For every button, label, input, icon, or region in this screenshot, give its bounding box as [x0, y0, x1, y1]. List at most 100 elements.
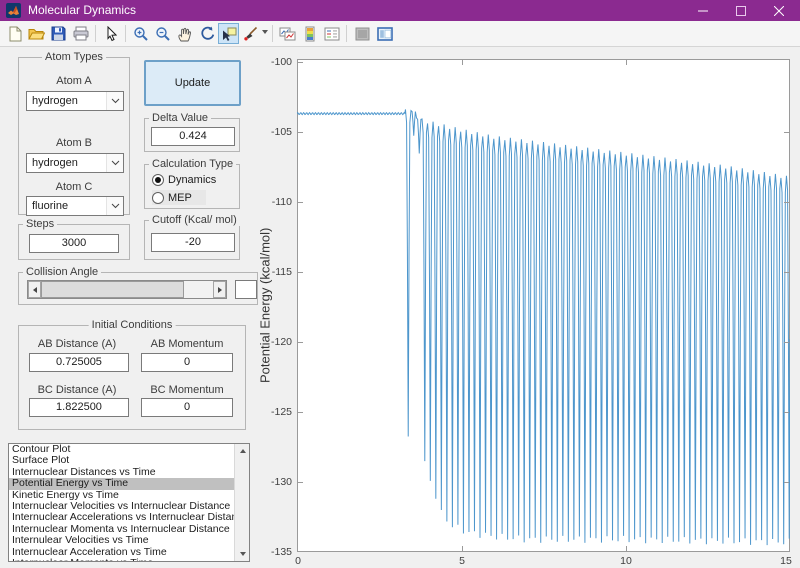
delta-value-title: Delta Value — [149, 112, 212, 124]
list-item[interactable]: Contour Plot — [9, 444, 234, 455]
list-item[interactable]: Internuclear Acceleration vs Time — [9, 547, 234, 558]
brush-menu-arrow-icon[interactable] — [262, 30, 268, 34]
minimize-button[interactable] — [684, 0, 722, 21]
data-cursor-icon — [222, 27, 236, 41]
bc-distance-field[interactable]: 1.822500 — [29, 398, 129, 417]
y-tick-label: -130 — [270, 476, 292, 488]
print-button[interactable] — [70, 23, 91, 44]
open-button[interactable] — [26, 23, 47, 44]
title-bar: Molecular Dynamics — [0, 0, 800, 21]
save-icon — [51, 26, 66, 41]
tick-mark — [298, 62, 303, 63]
delta-value-group: Delta Value 0.424 — [144, 112, 240, 152]
list-item[interactable]: Surface Plot — [9, 455, 234, 466]
ab-momentum-field[interactable]: 0 — [141, 353, 233, 372]
scroll-up-button[interactable] — [235, 444, 249, 458]
delta-value-field[interactable]: 0.424 — [151, 127, 235, 146]
arrow-up-icon — [239, 449, 246, 453]
zoom-in-button[interactable] — [130, 23, 151, 44]
arrow-left-icon — [32, 286, 37, 293]
tick-mark — [784, 482, 789, 483]
list-item-selected[interactable]: Potential Energy vs Time — [9, 478, 234, 490]
atom-b-label: Atom B — [55, 137, 93, 149]
zoom-in-icon — [133, 26, 148, 41]
radio-unselected-icon — [152, 191, 164, 204]
figure-toolbar — [0, 21, 800, 47]
tick-mark — [784, 342, 789, 343]
ab-distance-field[interactable]: 0.725005 — [29, 353, 129, 372]
collision-angle-field[interactable] — [235, 280, 257, 299]
show-plot-tools-icon — [376, 26, 393, 41]
zoom-out-button[interactable] — [152, 23, 173, 44]
link-plot-button[interactable] — [277, 23, 298, 44]
steps-field[interactable]: 3000 — [29, 234, 119, 253]
atom-a-value: hydrogen — [32, 95, 78, 107]
listbox-scrollbar[interactable] — [234, 444, 249, 561]
tick-mark — [784, 202, 789, 203]
rotate-3d-button[interactable] — [196, 23, 217, 44]
colorbar-icon — [305, 26, 314, 41]
slider-left-arrow-button[interactable] — [28, 281, 41, 298]
pan-icon — [178, 27, 191, 41]
chevron-down-icon — [106, 154, 123, 172]
list-item[interactable]: Internuclear Momenta vs Internuclear Dis… — [9, 524, 234, 535]
save-button[interactable] — [48, 23, 69, 44]
legend-icon — [324, 27, 339, 40]
hide-plot-tools-button[interactable] — [352, 23, 373, 44]
tick-mark — [462, 546, 463, 551]
toolbar-separator — [95, 25, 96, 42]
y-tick-label: -120 — [270, 336, 292, 348]
mep-radio[interactable]: MEP — [152, 190, 206, 205]
close-button[interactable] — [760, 0, 798, 21]
data-cursor-button[interactable] — [218, 23, 239, 44]
list-item[interactable]: Internuclear Velocities vs Internuclear … — [9, 501, 234, 512]
matlab-logo-icon — [6, 3, 21, 18]
list-item[interactable]: Internuclear Distances vs Time — [9, 467, 234, 478]
pointer-tool-button[interactable] — [100, 23, 121, 44]
brush-button[interactable] — [240, 23, 261, 44]
x-tick-label: 0 — [295, 555, 301, 567]
atom-a-select[interactable]: hydrogen — [26, 91, 124, 111]
toolbar-separator — [272, 25, 273, 42]
pan-button[interactable] — [174, 23, 195, 44]
tick-mark — [298, 482, 303, 483]
toolbar-separator — [125, 25, 126, 42]
new-file-icon — [9, 26, 21, 41]
radio-selected-icon — [152, 173, 164, 186]
tick-mark — [462, 60, 463, 65]
potential-energy-curve[interactable] — [297, 59, 790, 552]
show-plot-tools-button[interactable] — [374, 23, 395, 44]
x-tick-label: 10 — [620, 555, 632, 567]
maximize-button[interactable] — [722, 0, 760, 21]
plot-type-listbox[interactable]: Contour Plot Surface Plot Internuclear D… — [8, 443, 250, 562]
tick-mark — [298, 132, 303, 133]
collision-angle-group: Collision Angle — [18, 266, 258, 305]
toolbar-separator — [346, 25, 347, 42]
list-item[interactable]: Kinetic Energy vs Time — [9, 490, 234, 501]
slider-right-arrow-button[interactable] — [213, 281, 226, 298]
atom-b-select[interactable]: hydrogen — [26, 153, 124, 173]
insert-colorbar-button[interactable] — [299, 23, 320, 44]
print-icon — [73, 26, 88, 41]
minimize-icon — [698, 10, 708, 11]
tick-mark — [784, 272, 789, 273]
update-button[interactable]: Update — [144, 60, 241, 106]
calculation-type-title: Calculation Type — [149, 158, 237, 170]
bc-momentum-field[interactable]: 0 — [141, 398, 233, 417]
list-item[interactable]: Internuclear Momenta vs Time — [9, 558, 234, 561]
cutoff-field[interactable]: -20 — [151, 233, 235, 252]
insert-legend-button[interactable] — [321, 23, 342, 44]
collision-angle-slider[interactable] — [27, 280, 227, 299]
slider-thumb[interactable] — [41, 281, 184, 298]
steps-group: Steps 3000 — [18, 218, 130, 260]
new-file-button[interactable] — [4, 23, 25, 44]
atom-c-select[interactable]: fluorine — [26, 196, 124, 216]
y-tick-label: -105 — [270, 126, 292, 138]
scroll-down-button[interactable] — [235, 547, 249, 561]
tick-mark — [298, 202, 303, 203]
atom-c-value: fluorine — [32, 200, 69, 212]
list-item[interactable]: Internuclear Accelerations vs Internucle… — [9, 512, 234, 523]
dynamics-radio[interactable]: Dynamics — [152, 172, 216, 187]
list-item[interactable]: Internulear Velocities vs Time — [9, 535, 234, 546]
ab-momentum-label: AB Momentum — [150, 338, 224, 350]
